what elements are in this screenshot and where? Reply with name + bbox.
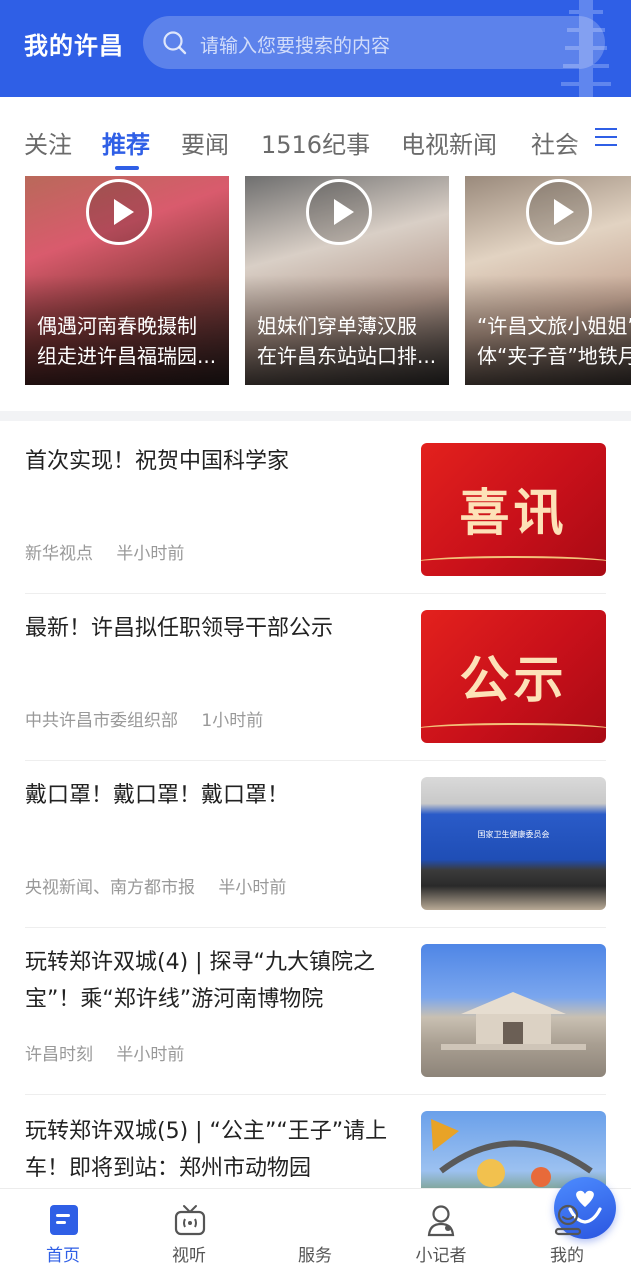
nav-label: 小记者 (415, 1246, 467, 1266)
tab-recommend[interactable]: 推荐 (102, 125, 150, 160)
news-title: 玩转郑许双城(5) | “公主”“王子”请上车！即将到站：郑州市动物园 (25, 1119, 388, 1181)
section-divider (0, 411, 631, 421)
news-title: 最新！许昌拟任职领导干部公示 (25, 616, 334, 641)
news-source: 许昌时刻 (25, 1045, 93, 1065)
nav-service[interactable]: 服务 (270, 1177, 616, 1280)
active-tab-indicator (115, 166, 139, 170)
nav-label: 首页 (46, 1246, 80, 1266)
home-doc-icon (50, 1205, 78, 1235)
thumbnail-caption: 国家卫生健康委员会 (477, 830, 550, 839)
news-thumbnail: 公示 (421, 610, 606, 743)
news-time: 半小时前 (116, 544, 185, 564)
news-time: 半小时前 (218, 878, 287, 898)
news-title: 首次实现！祝贺中国科学家 (25, 449, 290, 474)
search-placeholder: 请输入您要搜索的内容 (200, 35, 391, 57)
video-carousel: 偶遇河南春晚摄制 组走进许昌福瑞园... 姐妹们穿单薄汉服 在许昌东站站口排..… (0, 176, 631, 386)
video-title-line: “许昌文旅小姐姐” (477, 314, 631, 338)
news-meta: 新华视点 半小时前 (25, 539, 184, 564)
tab-society[interactable]: 社会 (531, 125, 579, 160)
video-title-line: 姐妹们穿单薄汉服 (257, 314, 417, 338)
news-time: 1小时前 (201, 711, 264, 731)
news-meta: 中共许昌市委组织部 1小时前 (25, 706, 263, 731)
news-source: 新华视点 (25, 544, 93, 564)
news-item[interactable]: 最新！许昌拟任职领导干部公示 中共许昌市委组织部 1小时前 公示 (0, 594, 631, 760)
video-card[interactable]: “许昌文旅小姐姐” 体“夹子音”地铁月 (465, 176, 631, 385)
video-title-line: 偶遇河南春晚摄制 (37, 314, 197, 338)
video-card[interactable]: 姐妹们穿单薄汉服 在许昌东站站口排... (245, 176, 449, 385)
channel-menu-icon[interactable] (585, 113, 631, 161)
top-header: 我的许昌 请输入您要搜索的内容 (0, 0, 631, 97)
tv-icon (174, 1205, 206, 1236)
tab-tv-news[interactable]: 电视新闻 (401, 125, 497, 160)
news-source: 中共许昌市委组织部 (25, 711, 178, 731)
search-icon (163, 31, 187, 55)
tab-1516-chronicle[interactable]: 1516纪事 (261, 125, 370, 160)
tab-headlines[interactable]: 要闻 (181, 125, 229, 160)
news-title: 玩转郑许双城(4) | 探寻“九大镇院之宝”！乘“郑许线”游河南博物院 (25, 950, 375, 1012)
news-item[interactable]: 玩转郑许双城(5) | “公主”“王子”请上车！即将到站：郑州市动物园 (0, 1095, 631, 1188)
news-item[interactable]: 戴口罩！戴口罩！戴口罩！ 央视新闻、南方都市报 半小时前 国家卫生健康委员会 (0, 761, 631, 927)
play-icon[interactable] (306, 179, 372, 245)
news-thumbnail (421, 944, 606, 1077)
news-time: 半小时前 (116, 1045, 185, 1065)
bottom-nav: 首页 视听 服务 小记者 我的 (0, 1177, 631, 1280)
nav-home[interactable]: 首页 (18, 1189, 108, 1280)
news-title: 戴口罩！戴口罩！戴口罩！ (25, 783, 290, 808)
zoo-gate-image (431, 1119, 593, 1187)
video-card[interactable]: 偶遇河南春晚摄制 组走进许昌福瑞园... (25, 176, 229, 385)
tab-follow[interactable]: 关注 (24, 125, 72, 160)
news-item[interactable]: 首次实现！祝贺中国科学家 新华视点 半小时前 喜讯 (0, 421, 631, 593)
search-bar[interactable]: 请输入您要搜索的内容 (143, 16, 605, 69)
nav-reporter[interactable]: 小记者 (396, 1189, 486, 1280)
news-meta: 央视新闻、南方都市报 半小时前 (25, 873, 286, 898)
video-title-line: 体“夹子音”地铁月 (477, 344, 631, 368)
reporter-icon (427, 1205, 455, 1237)
channel-tabs: 关注 推荐 要闻 1516纪事 电视新闻 社会 (0, 97, 631, 175)
nav-label: 服务 (298, 1246, 332, 1266)
thumbnail-caption: 喜讯 (459, 484, 568, 542)
video-title-line: 组走进许昌福瑞园... (37, 344, 217, 368)
play-icon[interactable] (86, 179, 152, 245)
thumbnail-caption: 公示 (459, 651, 568, 709)
news-meta: 许昌时刻 半小时前 (25, 1040, 184, 1065)
nav-label: 视听 (172, 1246, 206, 1266)
news-source: 央视新闻、南方都市报 (25, 878, 195, 898)
news-thumbnail: 国家卫生健康委员会 (421, 777, 606, 910)
news-item[interactable]: 玩转郑许双城(4) | 探寻“九大镇院之宝”！乘“郑许线”游河南博物院 许昌时刻… (0, 928, 631, 1094)
profile-icon (554, 1204, 582, 1236)
video-title-line: 在许昌东站站口排... (257, 344, 437, 368)
app-title: 我的许昌 (24, 32, 124, 60)
nav-watch[interactable]: 视听 (144, 1189, 234, 1280)
news-thumbnail (421, 1111, 606, 1188)
nav-mine[interactable]: 我的 (522, 1189, 612, 1280)
nav-label: 我的 (550, 1246, 584, 1266)
museum-image (441, 992, 586, 1050)
play-icon[interactable] (526, 179, 592, 245)
news-thumbnail: 喜讯 (421, 443, 606, 576)
